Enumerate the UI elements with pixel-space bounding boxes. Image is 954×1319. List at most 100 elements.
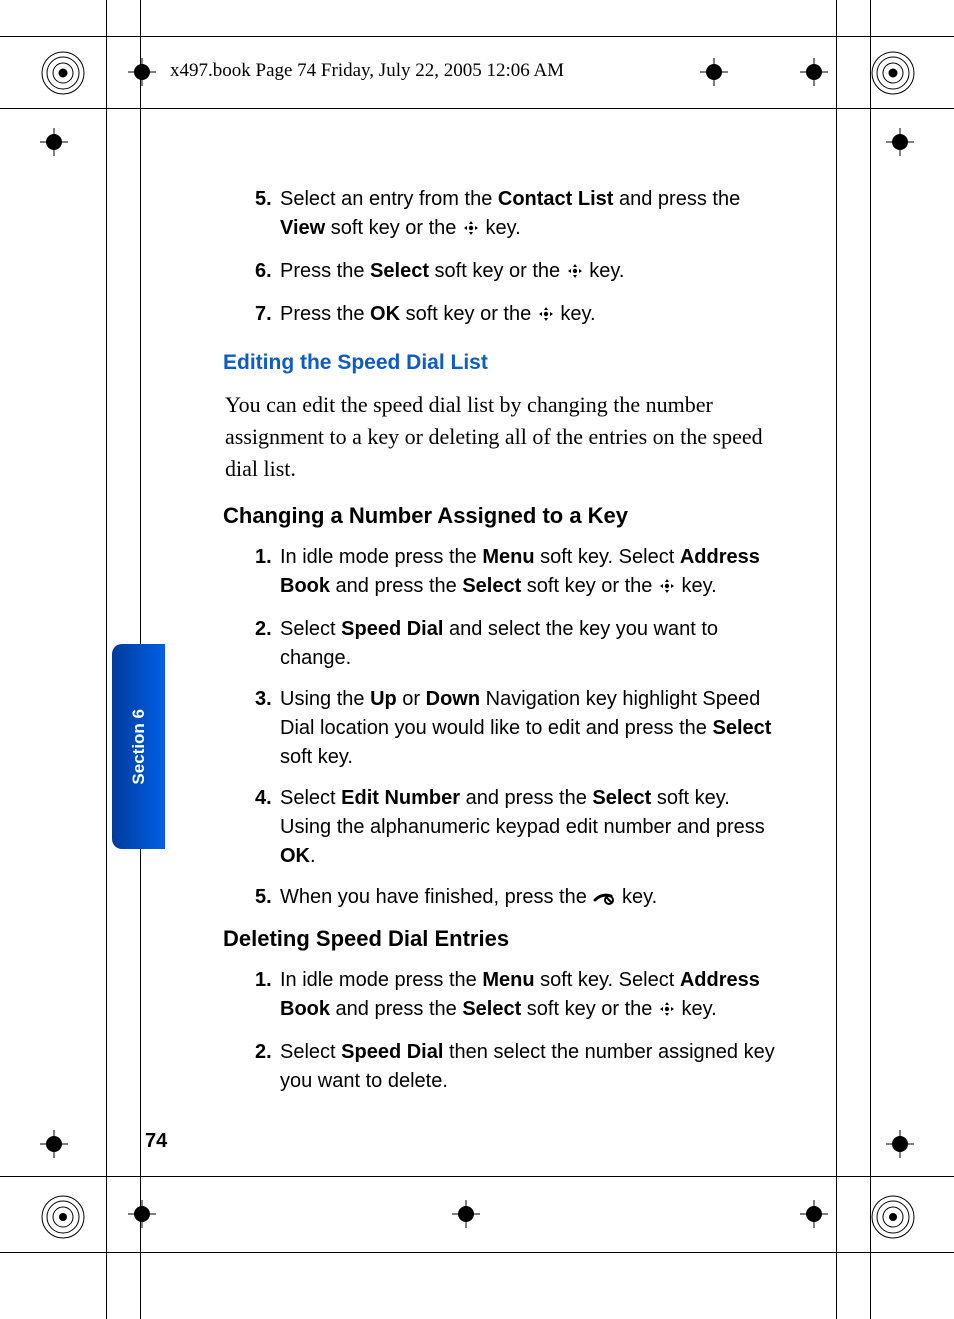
list-number: 6. bbox=[225, 257, 280, 288]
text-run: Select bbox=[712, 717, 771, 739]
text-run: Contact List bbox=[498, 188, 614, 210]
text-run: Select bbox=[280, 618, 341, 640]
text-run: In idle mode press the bbox=[280, 969, 482, 991]
page-number: 74 bbox=[145, 1130, 167, 1153]
text-run: Select bbox=[592, 787, 651, 809]
nav-key-icon bbox=[566, 259, 584, 288]
heading-editing-speed-dial: Editing the Speed Dial List bbox=[223, 351, 785, 375]
text-run: soft key or the bbox=[400, 303, 537, 325]
crop-line bbox=[0, 36, 954, 37]
list-number: 4. bbox=[225, 784, 280, 871]
text-run: key. bbox=[676, 998, 717, 1020]
text-run: soft key. Select bbox=[535, 969, 680, 991]
crosshair-icon bbox=[886, 1130, 914, 1158]
crosshair-icon bbox=[700, 58, 728, 86]
registration-mark-icon bbox=[870, 1194, 914, 1238]
list-item: 5.Select an entry from the Contact List … bbox=[225, 185, 785, 245]
page-content: 5.Select an entry from the Contact List … bbox=[225, 185, 785, 1108]
crosshair-icon bbox=[128, 58, 156, 86]
list-number: 1. bbox=[225, 966, 280, 1026]
nav-key-icon bbox=[658, 574, 676, 603]
list-body: Select Edit Number and press the Select … bbox=[280, 784, 785, 871]
text-run: or bbox=[397, 688, 426, 710]
text-run: soft key or the bbox=[521, 998, 658, 1020]
list-item: 6.Press the Select soft key or the key. bbox=[225, 257, 785, 288]
section-tab: Section 6 bbox=[112, 644, 165, 849]
text-run: Using the bbox=[280, 688, 370, 710]
text-run: soft key or the bbox=[429, 260, 566, 282]
list-item: 2.Select Speed Dial then select the numb… bbox=[225, 1038, 785, 1096]
registration-mark-icon bbox=[870, 50, 914, 94]
text-run: Select bbox=[462, 998, 521, 1020]
crosshair-icon bbox=[40, 1130, 68, 1158]
text-run: Menu bbox=[482, 969, 534, 991]
text-run: and press the bbox=[460, 787, 592, 809]
list-number: 2. bbox=[225, 1038, 280, 1096]
text-run: Edit Number bbox=[341, 787, 460, 809]
crop-line bbox=[0, 1176, 954, 1177]
text-run: View bbox=[280, 217, 325, 239]
text-run: and press the bbox=[613, 188, 740, 210]
list-number: 2. bbox=[225, 615, 280, 673]
list-item: 2.Select Speed Dial and select the key y… bbox=[225, 615, 785, 673]
text-run: When you have finished, press the bbox=[280, 886, 592, 908]
text-run: Select bbox=[462, 575, 521, 597]
list-body: Press the OK soft key or the key. bbox=[280, 300, 785, 331]
nav-key-icon bbox=[537, 302, 555, 331]
crop-line bbox=[0, 1252, 954, 1253]
text-run: key. bbox=[616, 886, 657, 908]
text-run: key. bbox=[555, 303, 596, 325]
list-body: Select Speed Dial then select the number… bbox=[280, 1038, 785, 1096]
text-run: Down bbox=[426, 688, 480, 710]
registration-mark-icon bbox=[40, 1194, 84, 1238]
list-body: In idle mode press the Menu soft key. Se… bbox=[280, 543, 785, 603]
crop-line bbox=[870, 0, 871, 1319]
list-body: Press the Select soft key or the key. bbox=[280, 257, 785, 288]
list-body: Select Speed Dial and select the key you… bbox=[280, 615, 785, 673]
text-run: soft key. bbox=[280, 746, 353, 768]
crop-line bbox=[0, 108, 954, 109]
list-item: 4.Select Edit Number and press the Selec… bbox=[225, 784, 785, 871]
text-run: Up bbox=[370, 688, 397, 710]
list-body: In idle mode press the Menu soft key. Se… bbox=[280, 966, 785, 1026]
text-run: and press the bbox=[330, 575, 462, 597]
heading-changing-number: Changing a Number Assigned to a Key bbox=[223, 503, 785, 529]
crosshair-icon bbox=[886, 128, 914, 156]
text-run: Select an entry from the bbox=[280, 188, 498, 210]
list-number: 7. bbox=[225, 300, 280, 331]
text-run: In idle mode press the bbox=[280, 546, 482, 568]
text-run: Speed Dial bbox=[341, 618, 443, 640]
text-run: Press the bbox=[280, 260, 370, 282]
end-key-icon bbox=[592, 885, 616, 914]
section-tab-label: Section 6 bbox=[129, 709, 149, 785]
text-run: . bbox=[310, 845, 316, 867]
text-run: OK bbox=[370, 303, 400, 325]
list-item: 5.When you have finished, press the key. bbox=[225, 883, 785, 914]
nav-key-icon bbox=[658, 997, 676, 1026]
text-run: Select bbox=[280, 1041, 341, 1063]
text-run: Select bbox=[280, 787, 341, 809]
text-run: Speed Dial bbox=[341, 1041, 443, 1063]
crosshair-icon bbox=[800, 1200, 828, 1228]
text-run: key. bbox=[480, 217, 521, 239]
list-number: 3. bbox=[225, 685, 280, 772]
crosshair-icon bbox=[40, 128, 68, 156]
list-number: 1. bbox=[225, 543, 280, 603]
text-run: and press the bbox=[330, 998, 462, 1020]
text-run: Select bbox=[370, 260, 429, 282]
crosshair-icon bbox=[452, 1200, 480, 1228]
crop-line bbox=[106, 0, 107, 1319]
intro-paragraph: You can edit the speed dial list by chan… bbox=[225, 389, 785, 485]
list-number: 5. bbox=[225, 185, 280, 245]
text-run: key. bbox=[676, 575, 717, 597]
crosshair-icon bbox=[128, 1200, 156, 1228]
list-item: 3.Using the Up or Down Navigation key hi… bbox=[225, 685, 785, 772]
list-body: Using the Up or Down Navigation key high… bbox=[280, 685, 785, 772]
nav-key-icon bbox=[462, 216, 480, 245]
text-run: key. bbox=[584, 260, 625, 282]
list-item: 1.In idle mode press the Menu soft key. … bbox=[225, 543, 785, 603]
text-run: Menu bbox=[482, 546, 534, 568]
crosshair-icon bbox=[800, 58, 828, 86]
page-slug: x497.book Page 74 Friday, July 22, 2005 … bbox=[170, 60, 564, 82]
list-item: 7.Press the OK soft key or the key. bbox=[225, 300, 785, 331]
